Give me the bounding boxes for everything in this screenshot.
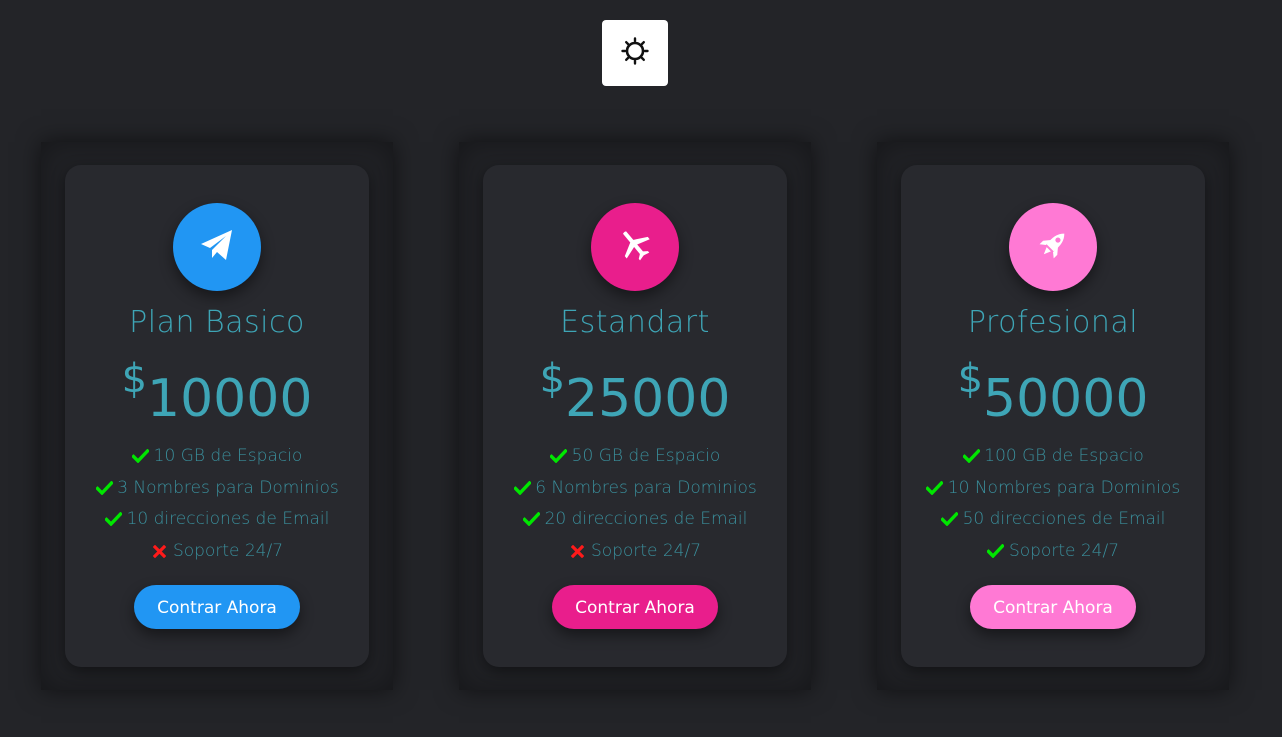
feature-text: 10 Nombres para Dominios [947,477,1181,498]
airplane-icon [617,227,653,267]
feature-item: 50 direcciones de Email [901,507,1205,539]
plan-card-wrapper: Plan Basico $10000 10 GB de Espacio 3 Nom… [41,142,393,690]
feature-text: 50 direcciones de Email [962,509,1166,529]
price-currency: $ [539,356,566,402]
contract-button[interactable]: Contrar Ahora [970,585,1136,629]
check-icon [522,509,542,533]
feature-item: 10 Nombres para Dominios [901,476,1205,508]
feature-item: 20 direcciones de Email [483,507,787,539]
paper-plane-icon [197,225,237,269]
plan-name: Profesional [967,305,1139,340]
plan-card-profesional: Profesional $50000 100 GB de Espacio 10 N… [901,165,1205,667]
price-amount: 25000 [565,369,731,429]
feature-item: Soporte 24/7 [483,539,787,571]
plan-card-wrapper: Profesional $50000 100 GB de Espacio 10 N… [877,142,1229,690]
sun-icon [621,37,649,69]
plan-name: Plan Basico [129,305,305,340]
feature-text: 50 GB de Espacio [571,446,721,466]
check-icon [104,509,124,533]
feature-item: Soporte 24/7 [65,539,369,571]
plan-card-wrapper: Estandart $25000 50 GB de Espacio 6 Nombr… [459,142,811,690]
feature-item: 50 GB de Espacio [483,444,787,476]
check-icon [512,478,532,502]
price-currency: $ [121,356,148,402]
check-icon [94,478,114,502]
cross-icon [151,541,169,565]
feature-text: 3 Nombres para Dominios [117,477,339,498]
feature-text: 20 direcciones de Email [544,509,748,529]
check-icon [549,446,569,470]
check-icon [986,541,1006,565]
rocket-icon [1035,227,1071,267]
price-amount: 10000 [147,369,313,429]
feature-text: 10 direcciones de Email [126,509,330,529]
feature-item: 10 direcciones de Email [65,507,369,539]
plan-card-estandart: Estandart $25000 50 GB de Espacio 6 Nombr… [483,165,787,667]
feature-item: 10 GB de Espacio [65,444,369,476]
feature-item: 100 GB de Espacio [901,444,1205,476]
cross-icon [569,541,587,565]
pricing-cards: Plan Basico $10000 10 GB de Espacio 3 Nom… [0,142,1282,690]
contract-button[interactable]: Contrar Ahora [552,585,718,629]
feature-item: 6 Nombres para Dominios [483,476,787,508]
plan-price: $10000 [65,355,369,425]
feature-text: Soporte 24/7 [590,540,702,561]
check-icon [940,509,960,533]
plan-icon-circle [173,203,261,291]
theme-toggle-button[interactable] [602,20,668,86]
feature-text: 10 GB de Espacio [153,446,303,466]
plan-price: $50000 [901,355,1205,425]
plan-icon-circle [1009,203,1097,291]
plan-card-basico: Plan Basico $10000 10 GB de Espacio 3 Nom… [65,165,369,667]
price-amount: 50000 [983,369,1149,429]
feature-text: 100 GB de Espacio [984,446,1144,466]
check-icon [925,478,945,502]
plan-name: Estandart [560,305,710,340]
feature-list: 50 GB de Espacio 6 Nombres para Dominios 2… [483,444,787,570]
feature-list: 100 GB de Espacio 10 Nombres para Dominio… [901,444,1205,570]
contract-button[interactable]: Contrar Ahora [134,585,300,629]
feature-text: 6 Nombres para Dominios [535,477,757,498]
check-icon [131,446,151,470]
feature-text: Soporte 24/7 [172,540,284,561]
feature-text: Soporte 24/7 [1008,540,1120,561]
check-icon [961,446,981,470]
feature-item: Soporte 24/7 [901,539,1205,571]
plan-price: $25000 [483,355,787,425]
price-currency: $ [957,356,984,402]
plan-icon-circle [591,203,679,291]
feature-list: 10 GB de Espacio 3 Nombres para Dominios 1… [65,444,369,570]
feature-item: 3 Nombres para Dominios [65,476,369,508]
